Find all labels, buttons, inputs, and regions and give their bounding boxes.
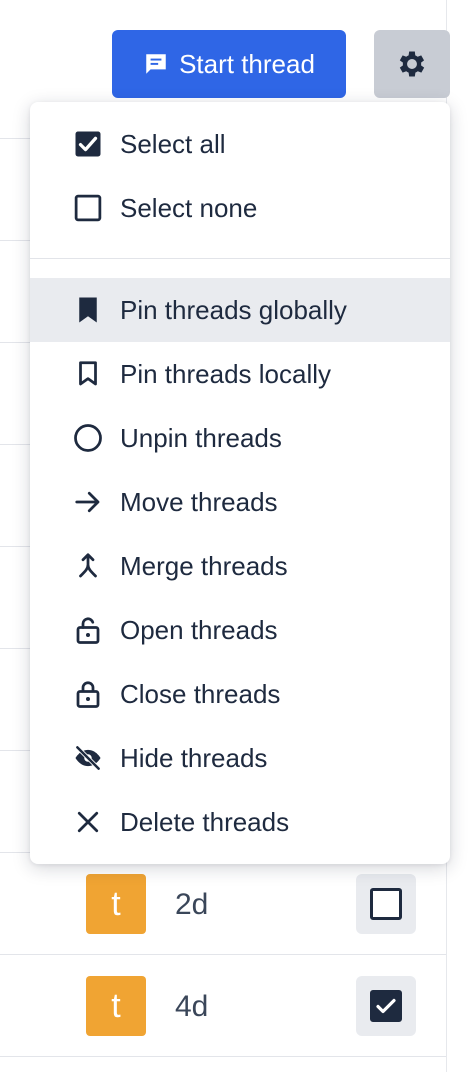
start-thread-button[interactable]: Start thread: [112, 30, 346, 98]
row-divider: [0, 1056, 446, 1057]
delete-label: Delete threads: [120, 806, 290, 837]
hide-item[interactable]: Hide threads: [30, 726, 450, 790]
thread-age: 2d: [175, 888, 209, 921]
lock-icon: [72, 678, 104, 710]
arrow-right-icon: [72, 486, 104, 518]
bookmark-outline-icon: [72, 358, 104, 390]
move-label: Move threads: [120, 486, 278, 517]
merge-item[interactable]: Merge threads: [30, 534, 450, 598]
gear-icon: [395, 47, 429, 81]
pin-globally-item[interactable]: Pin threads globally: [30, 278, 450, 342]
select-all-label: Select all: [120, 128, 226, 159]
circle-icon: [72, 422, 104, 454]
merge-label: Merge threads: [120, 550, 288, 581]
close-item[interactable]: Close threads: [30, 662, 450, 726]
checkbox-checked-icon: [72, 128, 104, 160]
thread-select-checkbox[interactable]: [356, 874, 416, 934]
close-icon: [72, 806, 104, 838]
menu-divider: [30, 258, 450, 259]
avatar-letter: t: [111, 986, 121, 1025]
bookmark-filled-icon: [72, 294, 104, 326]
table-row[interactable]: t 4d: [0, 956, 446, 1056]
pin-locally-label: Pin threads locally: [120, 358, 331, 389]
merge-icon: [72, 550, 104, 582]
thread-select-checkbox[interactable]: [356, 976, 416, 1036]
lock-open-icon: [72, 614, 104, 646]
checkbox-empty-icon: [72, 192, 104, 224]
eye-slash-icon: [72, 742, 104, 774]
checkbox-checked-icon: [370, 990, 402, 1022]
unpin-item[interactable]: Unpin threads: [30, 406, 450, 470]
avatar-letter: t: [111, 884, 121, 923]
unpin-label: Unpin threads: [120, 422, 282, 453]
move-item[interactable]: Move threads: [30, 470, 450, 534]
hide-label: Hide threads: [120, 742, 268, 773]
open-label: Open threads: [120, 614, 278, 645]
select-none-label: Select none: [120, 192, 258, 223]
thread-age: 4d: [175, 990, 209, 1023]
row-divider: [0, 954, 446, 955]
avatar[interactable]: t: [86, 874, 146, 934]
select-none-item[interactable]: Select none: [30, 176, 450, 240]
start-thread-label: Start thread: [179, 48, 315, 79]
select-all-item[interactable]: Select all: [30, 112, 450, 176]
avatar[interactable]: t: [86, 976, 146, 1036]
delete-item[interactable]: Delete threads: [30, 790, 450, 854]
settings-button[interactable]: [374, 30, 450, 98]
open-item[interactable]: Open threads: [30, 598, 450, 662]
chat-bubble-icon: [143, 51, 169, 77]
pin-globally-label: Pin threads globally: [120, 294, 347, 325]
close-label: Close threads: [120, 678, 281, 709]
checkbox-empty-icon: [370, 888, 402, 920]
pin-locally-item[interactable]: Pin threads locally: [30, 342, 450, 406]
bulk-actions-menu: Select all Select none Pin threads globa…: [30, 102, 450, 864]
table-row[interactable]: t 2d: [0, 854, 446, 954]
